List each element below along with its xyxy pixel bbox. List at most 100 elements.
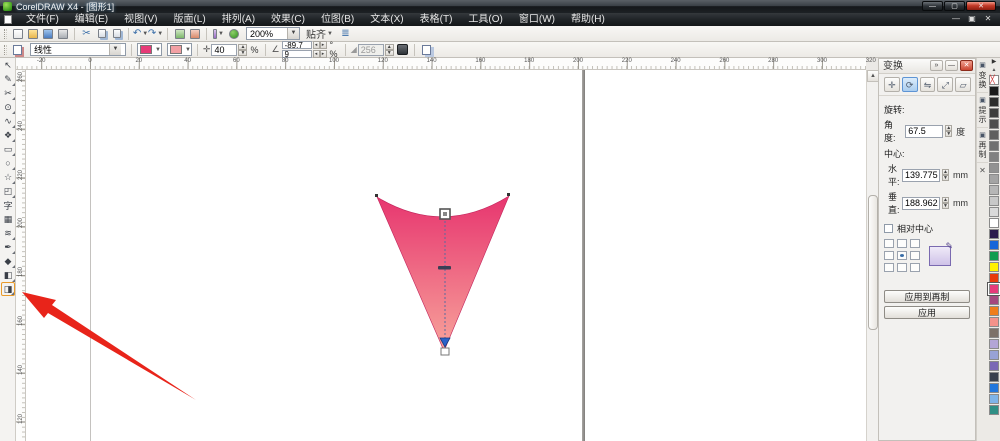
center-vertical-spinner[interactable]: ▲▼ xyxy=(942,197,949,209)
color-swatch[interactable] xyxy=(989,317,999,327)
save-button[interactable] xyxy=(41,28,54,40)
paste-button[interactable] xyxy=(110,28,123,40)
menu-item[interactable]: 位图(B) xyxy=(313,13,362,26)
palette-flyout-button[interactable]: ▶ xyxy=(992,58,997,67)
transform-scale-mirror-tab[interactable]: ⇋ xyxy=(920,77,936,92)
palette-scroll-up-button[interactable]: ▲ xyxy=(992,67,997,74)
center-horizontal-input[interactable] xyxy=(902,169,940,182)
open-button[interactable] xyxy=(26,28,39,40)
color-swatch[interactable] xyxy=(989,372,999,382)
end-color-dropdown[interactable]: ▼ xyxy=(167,43,192,56)
transform-position-tab[interactable]: ✛ xyxy=(884,77,900,92)
interactive-fill-tool[interactable]: ◨ xyxy=(1,282,15,296)
copy-fill-properties-button[interactable] xyxy=(420,44,433,56)
color-swatch[interactable] xyxy=(989,394,999,404)
transform-docker-tab[interactable]: ▣变换 xyxy=(977,58,988,93)
color-swatch[interactable] xyxy=(989,383,999,393)
basic-shapes-tool[interactable]: ◰ xyxy=(1,184,15,198)
anchor-point-3[interactable] xyxy=(884,251,894,260)
rotation-angle-spinner[interactable]: ▲▼ xyxy=(945,125,952,137)
center-horizontal-spinner[interactable]: ▲▼ xyxy=(942,169,949,181)
menu-item[interactable]: 编辑(E) xyxy=(67,13,116,26)
anchor-point-8[interactable] xyxy=(910,263,920,272)
doc-restore-button[interactable]: ▣ xyxy=(966,13,978,25)
color-swatch[interactable] xyxy=(989,339,999,349)
steps-spinner[interactable]: ▲▼ xyxy=(385,44,394,56)
end-color-swatch[interactable] xyxy=(170,45,182,54)
color-swatch[interactable] xyxy=(989,218,999,228)
blend-tool[interactable]: ≋ xyxy=(1,226,15,240)
fill-tool[interactable]: ◧ xyxy=(1,268,15,282)
drawing-canvas[interactable] xyxy=(26,70,866,441)
docker-minimize-button[interactable]: — xyxy=(945,60,958,71)
anchor-point-6[interactable] xyxy=(884,263,894,272)
color-swatch[interactable] xyxy=(989,163,999,173)
fill-type-dropdown[interactable]: ▼ xyxy=(30,43,126,56)
transform-size-tab[interactable]: ⤢ xyxy=(937,77,953,92)
color-swatch[interactable] xyxy=(989,328,999,338)
menu-item[interactable]: 视图(V) xyxy=(116,13,165,26)
options-button[interactable]: ≣ xyxy=(339,28,352,40)
start-color-dropdown[interactable]: ▼ xyxy=(137,43,162,56)
zoom-tool[interactable]: ⊙ xyxy=(1,100,15,114)
relative-center-checkbox[interactable] xyxy=(884,224,893,233)
color-swatch[interactable] xyxy=(989,405,999,415)
print-button[interactable] xyxy=(56,28,69,40)
crop-tool[interactable]: ✂ xyxy=(1,86,15,100)
anchor-point-4[interactable] xyxy=(897,251,907,260)
steps-lock-button[interactable] xyxy=(396,44,409,56)
tabstrip-close-button[interactable]: ✕ xyxy=(977,163,988,178)
color-swatch[interactable] xyxy=(989,86,999,96)
start-color-swatch[interactable] xyxy=(140,45,152,54)
toolbar-grip[interactable] xyxy=(4,29,7,39)
new-document-button[interactable] xyxy=(11,28,24,40)
rotation-angle-input[interactable] xyxy=(905,125,943,138)
menu-item[interactable]: 文件(F) xyxy=(18,13,67,26)
anchor-point-0[interactable] xyxy=(884,239,894,248)
menu-item[interactable]: 表格(T) xyxy=(412,13,461,26)
color-swatch[interactable] xyxy=(989,251,999,261)
color-swatch[interactable] xyxy=(989,207,999,217)
menu-item[interactable]: 文本(X) xyxy=(362,13,411,26)
rectangle-tool[interactable]: ▭ xyxy=(1,142,15,156)
application-launcher-button[interactable]: ▼ xyxy=(212,28,225,40)
table-tool[interactable]: ▦ xyxy=(1,212,15,226)
polygon-tool[interactable]: ☆ xyxy=(1,170,15,184)
menu-item[interactable]: 窗口(W) xyxy=(511,13,563,26)
menu-item[interactable]: 帮助(H) xyxy=(563,13,613,26)
anchor-point-5[interactable] xyxy=(910,251,920,260)
color-swatch[interactable] xyxy=(989,185,999,195)
fill-type-value[interactable] xyxy=(31,44,109,55)
color-swatch[interactable] xyxy=(989,119,999,129)
color-swatch[interactable] xyxy=(989,130,999,140)
minimize-button[interactable]: — xyxy=(922,1,943,11)
propbar-grip[interactable] xyxy=(4,45,7,55)
anchor-point-2[interactable] xyxy=(910,239,920,248)
menu-item[interactable]: 排列(A) xyxy=(214,13,263,26)
duplicate-docker-tab[interactable]: ▣再制 xyxy=(977,128,988,163)
freehand-tool[interactable]: ∿ xyxy=(1,114,15,128)
scrollbar-thumb[interactable] xyxy=(868,195,878,330)
copy-button[interactable] xyxy=(95,28,108,40)
hints-docker-tab[interactable]: ▣提示 xyxy=(977,93,988,128)
maximize-button[interactable]: ▢ xyxy=(944,1,965,11)
color-swatch[interactable] xyxy=(989,350,999,360)
menu-item[interactable]: 版面(L) xyxy=(165,13,213,26)
apply-to-duplicate-button[interactable]: 应用到再制 xyxy=(884,290,970,303)
anchor-point-1[interactable] xyxy=(897,239,907,248)
color-swatch[interactable] xyxy=(989,97,999,107)
color-swatch[interactable] xyxy=(989,108,999,118)
edge-pad-input[interactable] xyxy=(282,50,312,58)
angle-spinner[interactable]: ◂▸ xyxy=(313,41,327,49)
edge-spinner[interactable]: ◂▸ xyxy=(313,50,327,58)
anchor-point-7[interactable] xyxy=(897,263,907,272)
undo-button[interactable]: ↶▼ xyxy=(134,28,147,40)
midpoint-input[interactable] xyxy=(211,44,237,56)
eyedropper-tool[interactable]: ✒ xyxy=(1,240,15,254)
redo-button[interactable]: ↷▼ xyxy=(149,28,162,40)
color-swatch[interactable] xyxy=(989,196,999,206)
midpoint-spinner[interactable]: ▲▼ xyxy=(238,44,247,56)
color-swatch[interactable] xyxy=(989,152,999,162)
color-swatch[interactable] xyxy=(989,361,999,371)
outline-tool[interactable]: ◆ xyxy=(1,254,15,268)
